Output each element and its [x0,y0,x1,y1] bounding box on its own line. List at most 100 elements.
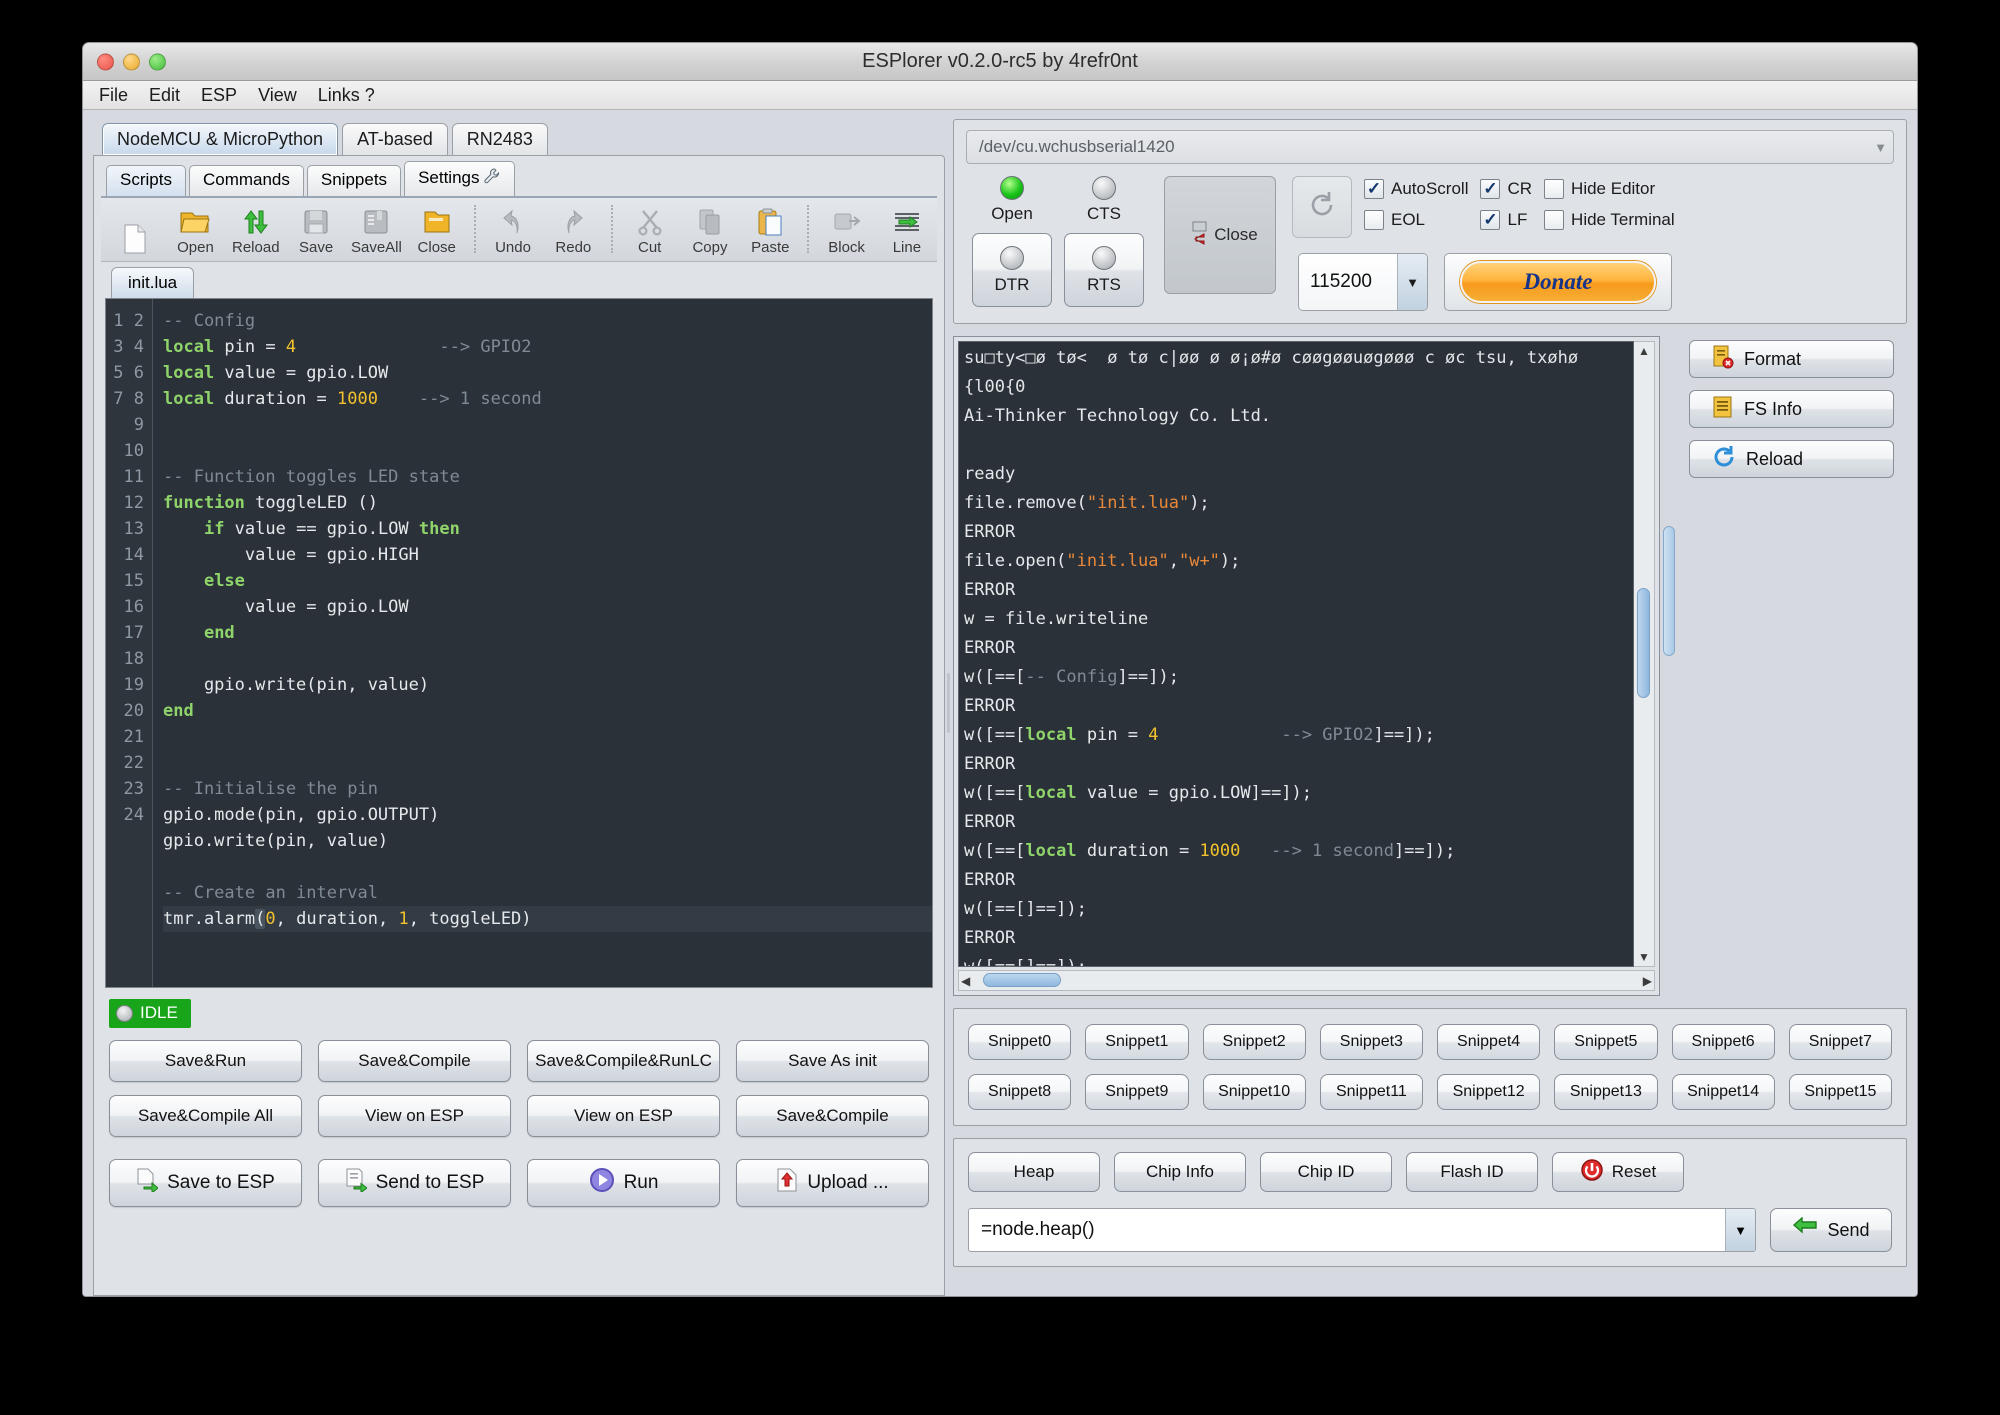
view-on-esp-button-2[interactable]: View on ESP [527,1095,720,1137]
save-and-compile-button-2[interactable]: Save&Compile [736,1095,929,1137]
tab-snippets[interactable]: Snippets [307,165,401,196]
eol-checkbox[interactable]: EOL [1364,210,1468,230]
run-button[interactable]: Run [527,1159,720,1207]
terminal-hscroll-thumb[interactable] [983,973,1061,987]
minimize-window-button[interactable] [123,53,140,70]
snippet-0-button[interactable]: Snippet0 [968,1024,1071,1060]
donate-button[interactable]: Donate [1444,253,1672,311]
toolbar-save-all[interactable]: SaveAll [346,207,406,258]
upload-button[interactable]: Upload ... [736,1159,929,1207]
baud-rate-select[interactable]: 115200 ▼ [1298,253,1428,311]
toolbar-open[interactable]: Open [165,207,225,258]
tab-at-based[interactable]: AT-based [342,123,448,155]
terminal-horizontal-scrollbar[interactable]: ◀ ▶ [958,970,1655,991]
snippet-10-button[interactable]: Snippet10 [1203,1074,1306,1110]
tab-nodemcu-micropython[interactable]: NodeMCU & MicroPython [102,123,338,155]
snippet-3-button[interactable]: Snippet3 [1320,1024,1423,1060]
autoscroll-checkbox[interactable]: AutoScroll [1364,179,1468,199]
view-on-esp-button-1[interactable]: View on ESP [318,1095,511,1137]
flash-id-button[interactable]: Flash ID [1406,1152,1538,1192]
toolbar-close[interactable]: Close [407,207,467,258]
snippet-7-button[interactable]: Snippet7 [1789,1024,1892,1060]
tab-rn2483[interactable]: RN2483 [452,123,548,155]
menu-edit[interactable]: Edit [147,84,182,107]
command-input[interactable]: =node.heap() ▼ [968,1208,1756,1252]
tab-commands[interactable]: Commands [189,165,304,196]
menu-view[interactable]: View [256,84,299,107]
reset-button[interactable]: Reset [1552,1152,1684,1192]
code-editor[interactable]: 1 2 3 4 5 6 7 8 9 10 11 12 13 14 15 16 1… [105,298,933,988]
window-controls[interactable] [97,53,166,70]
send-command-button[interactable]: Send [1770,1208,1892,1252]
save-and-compile-button[interactable]: Save&Compile [318,1040,511,1082]
toolbar-undo[interactable]: Undo [483,207,543,258]
send-to-esp-button[interactable]: Send to ESP [318,1159,511,1207]
fs-info-button[interactable]: FS Info [1689,390,1894,428]
toolbar-reload[interactable]: Reload [226,207,286,258]
terminal-output[interactable]: su□ty<□ø tø< ø tø c|øø ø ø¡ø#ø cøøgøøuøg… [958,341,1634,967]
snippet-8-button[interactable]: Snippet8 [968,1074,1071,1110]
terminal-side-scroll-thumb[interactable] [1663,526,1675,656]
snippet-2-button[interactable]: Snippet2 [1203,1024,1306,1060]
snippet-5-button[interactable]: Snippet5 [1554,1024,1657,1060]
snippet-11-button[interactable]: Snippet11 [1320,1074,1423,1110]
menu-esp[interactable]: ESP [199,84,239,107]
toolbar-new-file[interactable] [105,224,165,258]
fs-reload-button[interactable]: Reload [1689,440,1894,478]
snippet-12-button[interactable]: Snippet12 [1437,1074,1540,1110]
snippet-14-button[interactable]: Snippet14 [1672,1074,1775,1110]
pane-splitter[interactable] [945,110,953,1296]
snippets-row-1: Snippet0 Snippet1 Snippet2 Snippet3 Snip… [968,1024,1892,1060]
menu-file[interactable]: File [97,84,130,107]
scroll-down-icon[interactable]: ▼ [1638,950,1650,964]
refresh-ports-button[interactable] [1292,176,1352,238]
menu-links[interactable]: Links ? [316,84,377,107]
scroll-left-icon[interactable]: ◀ [961,974,970,988]
wrench-icon [483,167,501,190]
tab-settings[interactable]: Settings [404,161,514,196]
snippet-9-button[interactable]: Snippet9 [1085,1074,1188,1110]
lf-checkbox[interactable]: LF [1480,210,1532,230]
toolbar-cut[interactable]: Cut [620,207,680,258]
file-tab-init-lua[interactable]: init.lua [111,267,194,298]
chip-info-button[interactable]: Chip Info [1114,1152,1246,1192]
chip-id-button[interactable]: Chip ID [1260,1152,1392,1192]
snippet-13-button[interactable]: Snippet13 [1554,1074,1657,1110]
snippet-6-button[interactable]: Snippet6 [1672,1024,1775,1060]
hide-terminal-checkbox[interactable]: Hide Terminal [1544,210,1675,230]
save-and-compile-all-button[interactable]: Save&Compile All [109,1095,302,1137]
scroll-right-icon[interactable]: ▶ [1643,974,1652,988]
heap-button[interactable]: Heap [968,1152,1100,1192]
terminal-vscroll-track[interactable] [1634,358,1654,950]
save-and-run-button[interactable]: Save&Run [109,1040,302,1082]
dtr-button[interactable]: DTR [972,233,1052,307]
toolbar-copy[interactable]: Copy [680,207,740,258]
rts-button[interactable]: RTS [1064,233,1144,307]
cr-checkbox[interactable]: CR [1480,179,1532,199]
snippet-15-button[interactable]: Snippet15 [1789,1074,1892,1110]
toolbar-block-comment[interactable]: Block [816,207,876,258]
serial-port-select[interactable]: /dev/cu.wchusbserial1420 ▼ [966,130,1894,164]
toolbar-paste[interactable]: Paste [740,207,800,258]
terminal-vertical-scrollbar[interactable]: ▲ ▼ [1634,341,1655,967]
terminal-vscroll-thumb[interactable] [1637,588,1650,698]
command-input-value[interactable]: =node.heap() [969,1209,1725,1251]
tab-scripts[interactable]: Scripts [106,165,186,196]
close-connection-button[interactable]: Close [1164,176,1276,294]
save-as-init-button[interactable]: Save As init [736,1040,929,1082]
snippet-4-button[interactable]: Snippet4 [1437,1024,1540,1060]
save-to-esp-button[interactable]: Save to ESP [109,1159,302,1207]
save-compile-runlc-button[interactable]: Save&Compile&RunLC [527,1040,720,1082]
toolbar-redo[interactable]: Redo [543,207,603,258]
close-window-button[interactable] [97,53,114,70]
undo-arrow-icon [500,207,526,237]
code-content[interactable]: -- Config local pin = 4 --> GPIO2 local … [153,299,932,987]
snippet-1-button[interactable]: Snippet1 [1085,1024,1188,1060]
toolbar-line-comment[interactable]: Line [877,207,937,258]
hide-editor-checkbox[interactable]: Hide Editor [1544,179,1675,199]
command-history-chevron-down-icon[interactable]: ▼ [1725,1209,1755,1251]
zoom-window-button[interactable] [149,53,166,70]
toolbar-save[interactable]: Save [286,207,346,258]
format-button[interactable]: Format [1689,340,1894,378]
scroll-up-icon[interactable]: ▲ [1638,344,1650,358]
